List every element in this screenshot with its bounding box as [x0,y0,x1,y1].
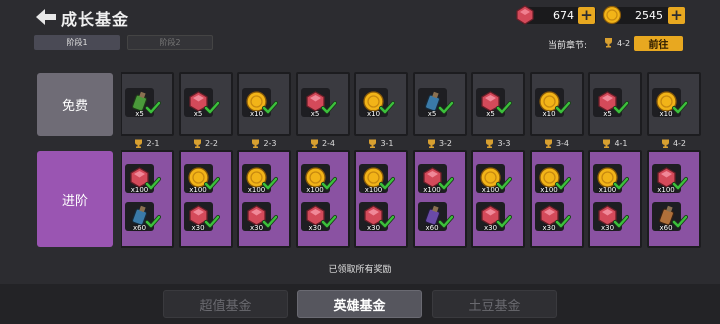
claimed-check-icon [554,101,571,114]
claimed-check-icon [320,177,337,190]
claimed-check-icon [203,101,220,114]
claimed-check-icon [262,215,278,228]
chapter-marker: 2-2 [179,138,233,149]
claimed-check-icon [320,215,337,228]
trophy-icon [135,139,143,148]
tab-potato-fund[interactable]: 土豆基金 [432,290,557,318]
back-arrow-icon[interactable] [34,7,58,27]
chapter-number: 3-2 [438,139,453,148]
goto-button[interactable]: 前往 [634,36,683,51]
red-gem-icon [516,5,534,25]
chapter-marker: 4-2 [647,138,701,149]
chapter-marker: 3-4 [530,138,584,149]
chapter-number: 3-4 [555,139,570,148]
trophy-icon [252,139,260,148]
claimed-check-icon [203,177,220,190]
reward-column: 3-3 x5 x100 x30 [471,72,525,248]
claimed-check-icon [203,215,220,228]
trophy-icon [605,38,612,48]
chapter-number: 3-3 [497,139,511,148]
claimed-check-icon [262,177,278,190]
chapter-number: 4-1 [614,139,628,148]
trophy-icon [544,139,552,148]
claimed-check-icon [554,215,571,228]
trophy-icon [486,139,494,148]
reward-column: 2-3 x10 x100 x30 [237,72,291,248]
tab-hero-fund[interactable]: 英雄基金 [297,290,422,318]
chapter-number: 2-4 [321,139,336,148]
chapter-marker: 4-1 [588,138,642,149]
chapter-marker: 2-1 [121,138,174,149]
current-chapter-value: 4-2 [617,39,631,48]
claimed-check-icon [613,101,629,114]
chapter-number: 2-1 [146,139,160,148]
gold-coin-icon [602,5,622,25]
reward-column: 3-4 x10 x100 x30 [529,72,584,248]
chapter-marker: 2-4 [296,138,350,149]
claimed-check-icon [496,177,512,190]
claimed-check-icon [437,101,454,114]
chapter-marker: 3-2 [413,138,467,149]
trophy-icon [603,139,611,148]
chapter-number: 3-1 [380,139,394,148]
reward-column: 2-4 x5 x100 x30 [295,72,350,248]
chapter-number: 2-3 [263,139,277,148]
add-gems-button[interactable]: + [578,7,595,24]
tab-value-fund[interactable]: 超值基金 [163,290,288,318]
trophy-icon [661,139,669,148]
trophy-icon [369,139,377,148]
claimed-check-icon [379,177,395,190]
claimed-check-icon [613,215,629,228]
claimed-check-icon [379,101,395,114]
status-text: 已领取所有奖励 [328,265,392,275]
advanced-row-text: 进阶 [61,193,88,209]
claimed-check-icon [437,177,454,190]
reward-column: 2-1 x5 x100 x60 [121,72,174,248]
reward-column: 4-1 x5 x100 x30 [588,72,642,248]
chapter-marker: 3-3 [471,138,525,149]
chapter-number: 4-2 [672,139,687,148]
claimed-check-icon [320,101,337,114]
tab-stage-2[interactable]: 阶段2 [127,35,213,50]
claimed-check-icon [554,177,571,190]
chapter-marker: 2-3 [237,138,291,149]
claimed-check-icon [145,215,161,228]
trophy-icon [310,139,318,148]
trophy-icon [427,139,435,148]
current-chapter-label: 当前章节: [548,41,588,51]
reward-column: 3-1 x10 x100 x30 [354,72,408,248]
claimed-check-icon [671,215,688,228]
tab-stage-1[interactable]: 阶段1 [34,35,120,50]
claimed-check-icon [437,215,454,228]
page-title: 成长基金 [61,10,130,29]
free-row-label: 免费 [37,73,113,136]
claimed-check-icon [379,215,395,228]
claimed-check-icon [671,177,688,190]
reward-column: 4-2 x10 x100 x60 [646,72,701,248]
free-row-text: 免费 [61,99,88,114]
chapter-number: 2-2 [204,139,219,148]
gem-count: 674 [553,9,574,22]
claimed-check-icon [145,101,161,114]
claimed-check-icon [613,177,629,190]
add-coins-button[interactable]: + [668,7,685,24]
advanced-row-label: 进阶 [37,151,113,247]
claimed-check-icon [145,177,161,190]
reward-column: 2-2 x5 x100 x30 [178,72,233,248]
reward-column: 3-2 x5 x100 x60 [412,72,467,248]
coin-count: 2545 [635,9,663,22]
claimed-check-icon [496,101,512,114]
chapter-marker: 3-1 [354,138,408,149]
reward-grid[interactable]: 2-1 x5 x100 x60 2-2 x5 x100 x30 2-3 x10 x100 x30 2-4… [121,70,701,252]
claimed-check-icon [496,215,512,228]
claimed-check-icon [671,101,688,114]
trophy-icon [193,139,201,148]
claimed-check-icon [262,101,278,114]
